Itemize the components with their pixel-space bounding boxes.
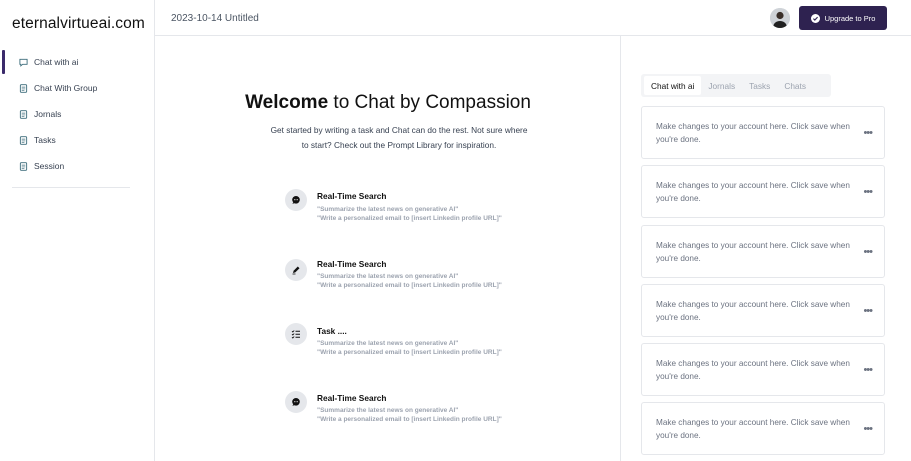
tab-tasks[interactable]: Tasks	[742, 76, 777, 95]
feature-example: "Write a personalized email to [insert L…	[317, 215, 502, 222]
avatar[interactable]	[770, 8, 790, 28]
feature-title: Real-Time Search	[317, 191, 387, 201]
upgrade-label: Upgrade to Pro	[824, 13, 876, 23]
feature-example: "Write a personalized email to [insert L…	[317, 416, 502, 423]
brand-logo-text[interactable]: eternalvirtueai.com	[12, 15, 145, 33]
feature-title: Real-Time Search	[317, 259, 387, 269]
card-text: Make changes to your account here. Click…	[656, 300, 850, 322]
panel-tabs: Chat with ai Jornals Tasks Chats	[641, 74, 831, 97]
more-options-icon[interactable]: •••	[863, 128, 873, 139]
sidebar-item-label: Jornals	[34, 109, 62, 119]
check-badge-icon	[810, 13, 820, 23]
app: eternalvirtueai.com Chat with ai Chat Wi…	[0, 0, 911, 461]
card-text: Make changes to your account here. Click…	[656, 122, 850, 144]
welcome-bold: Welcome	[245, 92, 329, 113]
sidebar-nav: Chat with ai Chat With Group Jornals Tas…	[0, 49, 155, 179]
card-text: Make changes to your account here. Click…	[656, 241, 850, 263]
tab-jornals[interactable]: Jornals	[701, 76, 742, 95]
more-options-icon[interactable]: •••	[863, 187, 873, 198]
card-text: Make changes to your account here. Click…	[656, 181, 850, 203]
sidebar-divider	[12, 187, 130, 188]
more-options-icon[interactable]: •••	[863, 247, 873, 258]
right-panel: Chat with ai Jornals Tasks Chats Make ch…	[620, 36, 911, 461]
more-options-icon[interactable]: •••	[863, 424, 873, 435]
chat-bubble-icon	[285, 391, 307, 413]
feature-example: "Summarize the latest news on generative…	[317, 206, 459, 213]
checklist-icon	[285, 323, 307, 345]
sidebar-item-jornals[interactable]: Jornals	[0, 101, 155, 127]
chat-icon	[19, 58, 28, 67]
more-options-icon[interactable]: •••	[863, 306, 873, 317]
welcome-rest: to Chat by Compassion	[328, 92, 531, 113]
card-text: Make changes to your account here. Click…	[656, 418, 850, 440]
document-icon	[19, 161, 28, 171]
list-item[interactable]: Make changes to your account here. Click…	[641, 402, 885, 455]
document-icon	[19, 109, 28, 119]
welcome-subtitle: Get started by writing a task and Chat c…	[270, 125, 528, 150]
feature-example: "Write a personalized email to [insert L…	[317, 282, 502, 289]
sidebar-item-label: Session	[34, 161, 65, 171]
pencil-icon	[285, 259, 307, 281]
list-item[interactable]: Make changes to your account here. Click…	[641, 343, 885, 396]
list-item[interactable]: Make changes to your account here. Click…	[641, 165, 885, 218]
sidebar-item-label: Chat with ai	[34, 57, 79, 67]
feature-title: Task ....	[317, 326, 347, 336]
sidebar-item-label: Tasks	[34, 135, 56, 145]
feature-example: "Write a personalized email to [insert L…	[317, 349, 502, 356]
chat-bubble-icon	[285, 189, 307, 211]
list-item[interactable]: Make changes to your account here. Click…	[641, 225, 885, 278]
sidebar-item-chat-with-ai[interactable]: Chat with ai	[0, 49, 155, 75]
feature-title: Real-Time Search	[317, 393, 387, 403]
document-title[interactable]: 2023-10-14 Untitled	[171, 13, 259, 24]
list-item[interactable]: Make changes to your account here. Click…	[641, 284, 885, 337]
card-text: Make changes to your account here. Click…	[656, 359, 850, 381]
more-options-icon[interactable]: •••	[863, 365, 873, 376]
sidebar-item-tasks[interactable]: Tasks	[0, 127, 155, 153]
document-icon	[19, 83, 28, 93]
feature-example: "Summarize the latest news on generative…	[317, 273, 459, 280]
feature-example: "Summarize the latest news on generative…	[317, 340, 459, 347]
sidebar: eternalvirtueai.com Chat with ai Chat Wi…	[0, 0, 155, 461]
upgrade-to-pro-button[interactable]: Upgrade to Pro	[799, 6, 887, 30]
sidebar-item-session[interactable]: Session	[0, 153, 155, 179]
main-content: Welcome to Chat by Compassion Get starte…	[155, 36, 621, 461]
tab-chats[interactable]: Chats	[777, 76, 813, 95]
sidebar-item-label: Chat With Group	[34, 83, 98, 93]
feature-example: "Summarize the latest news on generative…	[317, 407, 459, 414]
welcome-heading: Welcome to Chat by Compassion	[155, 92, 621, 114]
list-item[interactable]: Make changes to your account here. Click…	[641, 106, 885, 159]
sidebar-item-chat-with-group[interactable]: Chat With Group	[0, 75, 155, 101]
top-header: 2023-10-14 Untitled Upgrade to Pro	[155, 0, 911, 36]
tab-chat-with-ai[interactable]: Chat with ai	[644, 76, 702, 95]
document-icon	[19, 135, 28, 145]
